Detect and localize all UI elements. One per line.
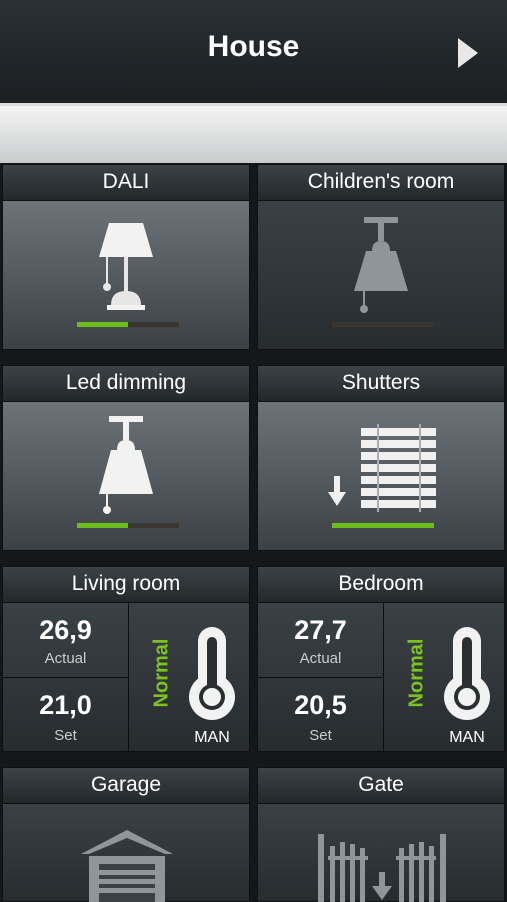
- tile-title: Garage: [2, 767, 250, 804]
- tile-body[interactable]: [2, 402, 250, 551]
- actual-temperature: 27,7: [294, 615, 347, 645]
- garage-icon: [81, 830, 173, 902]
- set-label: Set: [54, 727, 77, 744]
- temperature-readouts: 26,9 Actual 21,0 Set: [3, 603, 129, 752]
- tile-gate[interactable]: Gate: [257, 767, 505, 902]
- set-label: Set: [309, 727, 332, 744]
- tile-childrens-room[interactable]: Children's room: [257, 164, 505, 350]
- mode-status: Normal: [406, 631, 428, 715]
- gate-icon: [318, 834, 446, 902]
- mode-label: Normal: [150, 638, 173, 708]
- control-mode: MAN: [449, 729, 485, 746]
- tile-body[interactable]: [2, 804, 250, 902]
- climate-panel[interactable]: 26,9 Actual 21,0 Set Normal MAN: [2, 603, 250, 752]
- next-arrow-icon[interactable]: [458, 38, 478, 68]
- control-mode: MAN: [194, 729, 230, 746]
- shutters-icon: [328, 424, 436, 512]
- mode-status: Normal: [151, 631, 173, 715]
- sub-toolbar: [0, 103, 507, 163]
- actual-label: Actual: [299, 650, 342, 667]
- tile-title: Shutters: [257, 365, 505, 402]
- divider: [3, 677, 128, 678]
- temperature-readouts: 27,7 Actual 20,5 Set: [258, 603, 384, 752]
- actual-temperature: 26,9: [39, 615, 92, 645]
- ceiling-lamp-icon: [99, 416, 153, 514]
- actual-label: Actual: [44, 650, 87, 667]
- tile-title: Led dimming: [2, 365, 250, 402]
- thermometer-icon: [189, 627, 235, 720]
- level-bar: [77, 322, 179, 327]
- tile-title: Children's room: [257, 164, 505, 201]
- set-temperature[interactable]: 21,0: [3, 690, 128, 721]
- tile-title: Bedroom: [257, 566, 505, 603]
- tile-body[interactable]: [257, 201, 505, 350]
- ceiling-lamp-icon: [354, 217, 408, 313]
- climate-panel[interactable]: 27,7 Actual 20,5 Set Normal MAN: [257, 603, 505, 752]
- tile-body[interactable]: [257, 402, 505, 551]
- header-bar: House: [0, 0, 507, 105]
- level-bar: [77, 523, 179, 528]
- divider: [258, 677, 383, 678]
- level-bar: [332, 322, 434, 327]
- thermometer-icon: [444, 627, 490, 720]
- table-lamp-icon: [99, 223, 153, 310]
- page-title: House: [207, 30, 300, 63]
- tile-dali[interactable]: DALI: [2, 164, 250, 350]
- tile-bedroom[interactable]: Bedroom 27,7 Actual 20,5 Set Normal MAN: [257, 566, 505, 752]
- tile-title: Gate: [257, 767, 505, 804]
- level-bar-fill: [77, 523, 128, 528]
- tile-body[interactable]: [257, 804, 505, 902]
- tile-title: Living room: [2, 566, 250, 603]
- level-bar-fill: [332, 523, 434, 528]
- tile-living-room[interactable]: Living room 26,9 Actual 21,0 Set Normal …: [2, 566, 250, 752]
- level-bar: [332, 523, 434, 528]
- mode-label: Normal: [405, 638, 428, 708]
- set-temperature[interactable]: 20,5: [258, 690, 383, 721]
- tile-garage[interactable]: Garage: [2, 767, 250, 902]
- tile-title: DALI: [2, 164, 250, 201]
- tile-shutters[interactable]: Shutters: [257, 365, 505, 551]
- tile-led-dimming[interactable]: Led dimming: [2, 365, 250, 551]
- tile-body[interactable]: [2, 201, 250, 350]
- level-bar-fill: [77, 322, 128, 327]
